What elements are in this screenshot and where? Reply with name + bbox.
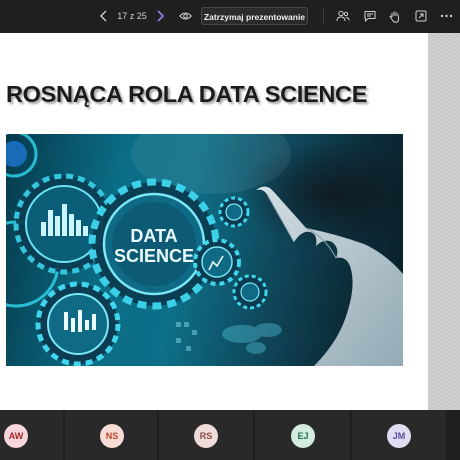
stage-background (428, 33, 460, 410)
chevron-left-icon[interactable] (97, 9, 111, 23)
stop-presenting-button[interactable]: Zatrzymaj prezentowanie (201, 7, 308, 25)
slide-counter: 17 z 25 (117, 11, 147, 21)
participant-tile[interactable]: JM (352, 410, 446, 460)
slide-title: ROSNĄCA ROLA DATA SCIENCE (6, 81, 368, 107)
participants-bar: AW NS RS EJ JM (0, 410, 460, 460)
raise-hand-icon[interactable] (388, 9, 402, 23)
chat-icon[interactable] (363, 9, 377, 23)
more-icon[interactable] (438, 9, 454, 23)
presenter-toolbar: 17 z 25 Zatrzymaj prezentowanie (0, 0, 460, 33)
people-icon[interactable] (336, 9, 350, 23)
avatar: JM (387, 424, 411, 448)
image-label-data: DATA (130, 226, 177, 246)
avatar: EJ (291, 424, 315, 448)
participant-tile[interactable]: AW (0, 410, 63, 460)
avatar: AW (4, 424, 28, 448)
toolbar-divider (323, 8, 324, 24)
eye-icon[interactable] (178, 9, 192, 23)
participant-tile[interactable]: RS (159, 410, 253, 460)
share-icon[interactable] (414, 9, 428, 23)
chevron-right-icon[interactable] (153, 9, 167, 23)
data-science-image: DATA SCIENCE (6, 134, 403, 366)
avatar: RS (194, 424, 218, 448)
participant-tile[interactable]: NS (65, 410, 157, 460)
participant-tile[interactable]: EJ (255, 410, 350, 460)
shared-slide: ROSNĄCA ROLA DATA SCIENCE DATA SCIENCE (0, 33, 428, 410)
avatar: NS (100, 424, 124, 448)
image-label-science: SCIENCE (114, 246, 194, 266)
